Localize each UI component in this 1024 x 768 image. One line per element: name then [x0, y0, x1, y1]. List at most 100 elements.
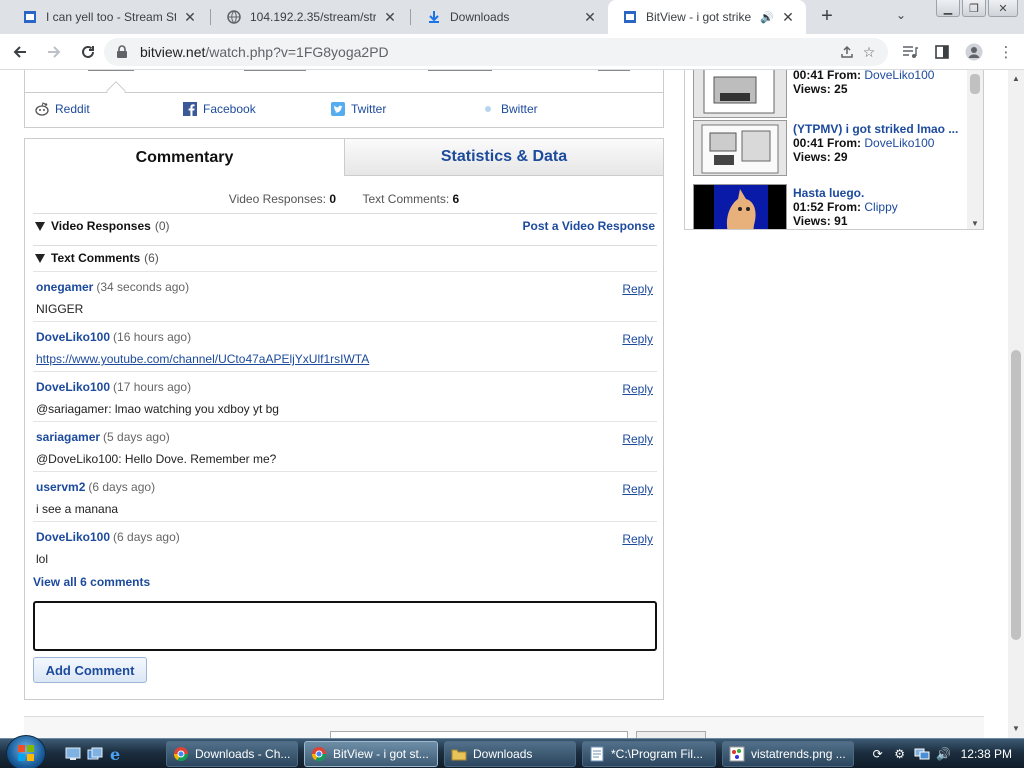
show-desktop-icon[interactable] — [64, 745, 82, 763]
view-all-comments-link[interactable]: View all 6 comments — [33, 575, 150, 589]
audio-playing-icon[interactable]: 🔊 — [760, 11, 774, 24]
video-responses-heading: Video Responses — [51, 219, 151, 233]
taskbar-notepad[interactable]: *C:\Program Fil... — [582, 741, 716, 767]
reply-button[interactable]: Reply — [622, 532, 653, 546]
start-button[interactable] — [6, 735, 46, 768]
comment-item: onegamer (34 seconds ago) Reply NIGGER — [33, 271, 657, 321]
minimize-icon[interactable]: ▁ — [936, 0, 960, 17]
internet-explorer-icon[interactable]: e — [108, 745, 126, 763]
comment-username[interactable]: onegamer — [36, 280, 93, 294]
network-icon[interactable] — [913, 745, 931, 763]
volume-icon[interactable]: 🔊 — [935, 745, 953, 763]
share-link-label: Facebook — [203, 102, 256, 116]
add-comment-button[interactable]: Add Comment — [33, 657, 147, 683]
tray-settings-icon[interactable]: ⚙ — [891, 745, 909, 763]
comment-item: DoveLiko100 (17 hours ago) Reply @sariaga… — [33, 371, 657, 421]
comment-text: @DoveLiko100: Hello Dove. Remember me? — [36, 452, 277, 466]
tab-bitview-active[interactable]: BitView - i got strike 🔊 ✕ — [608, 0, 806, 34]
video-thumbnail[interactable] — [693, 120, 787, 176]
tab-search-button[interactable]: ⌄ — [896, 8, 906, 22]
related-video-title[interactable]: (YTPMV) i got striked lmao ... — [793, 122, 958, 136]
related-video-item[interactable]: (YTPMV) i got striked lmao ... 00:41 Fro… — [693, 120, 963, 178]
forward-icon[interactable] — [40, 38, 68, 66]
video-responses-count-value: 0 — [329, 192, 336, 206]
reply-button[interactable]: Reply — [622, 432, 653, 446]
sync-icon[interactable]: ⟳ — [869, 745, 887, 763]
address-bar[interactable]: bitview.net/watch.php?v=1FG8yoga2PD ☆ — [104, 38, 888, 66]
reload-icon[interactable] — [74, 38, 102, 66]
post-video-response-link[interactable]: Post a Video Response — [523, 219, 656, 233]
related-video-item[interactable]: Hasta luego. 01:52 From: Clippy Views: 9… — [693, 184, 963, 229]
scroll-down-arrow-icon[interactable]: ▼ — [1008, 722, 1024, 736]
comment-item: DoveLiko100 (6 days ago) Reply lol — [33, 521, 657, 571]
comment-link[interactable]: https://www.youtube.com/channel/UCto47aA… — [36, 352, 369, 366]
tab-close-icon[interactable]: ✕ — [382, 9, 398, 26]
video-responses-heading-count: (0) — [154, 219, 170, 233]
footer-search-input[interactable] — [330, 731, 628, 738]
tab-close-icon[interactable]: ✕ — [182, 9, 198, 26]
switch-windows-icon[interactable] — [86, 745, 104, 763]
video-thumbnail[interactable] — [693, 184, 787, 229]
tab-downloads[interactable]: Downloads ✕ — [412, 0, 608, 34]
reply-button[interactable]: Reply — [622, 332, 653, 346]
text-comments-heading: Text Comments — [51, 251, 141, 265]
tab-commentary[interactable]: Commentary — [25, 139, 345, 176]
new-tab-button[interactable]: + — [816, 6, 838, 28]
video-thumbnail[interactable] — [693, 70, 787, 118]
share-page-icon[interactable] — [836, 43, 858, 61]
profile-avatar-icon[interactable] — [958, 38, 990, 66]
text-comments-count-value: 6 — [452, 192, 460, 206]
share-bwitter-link[interactable]: Bwitter — [481, 102, 538, 116]
taskbar-paint[interactable]: vistatrends.png ... — [722, 741, 854, 767]
reply-button[interactable]: Reply — [622, 282, 653, 296]
taskbar-bitview-chrome[interactable]: BitView - i got st... — [304, 741, 438, 767]
lock-icon[interactable] — [116, 45, 130, 59]
reply-button[interactable]: Reply — [622, 382, 653, 396]
video-responses-toggle[interactable]: Video Responses (0) — [35, 219, 170, 233]
scroll-up-arrow-icon[interactable]: ▲ — [1008, 72, 1024, 86]
uploader-link[interactable]: Clippy — [864, 200, 897, 214]
browser-menu-icon[interactable]: ⋮ — [990, 38, 1022, 66]
comment-input[interactable] — [33, 601, 657, 651]
scrollbar-thumb[interactable] — [1011, 350, 1021, 640]
comment-username[interactable]: DoveLiko100 — [36, 380, 110, 394]
window-close-icon[interactable]: ✕ — [988, 0, 1018, 17]
tab-statistics-data[interactable]: Statistics & Data — [345, 139, 663, 176]
text-comments-toggle[interactable]: Text Comments (6) — [35, 251, 159, 265]
uploader-link[interactable]: DoveLiko100 — [864, 136, 934, 150]
text-comments-count-label: Text Comments: — [362, 192, 450, 206]
tab-stream-ip[interactable]: 104.192.2.35/stream/strea ✕ — [212, 0, 408, 34]
share-twitter-link[interactable]: Twitter — [331, 102, 386, 116]
chrome-icon — [311, 746, 327, 762]
media-controls-icon[interactable] — [894, 38, 926, 66]
tab-separator — [210, 9, 211, 25]
comment-timestamp: (34 seconds ago) — [96, 280, 190, 294]
taskbar-downloads-folder[interactable]: Downloads — [444, 741, 576, 767]
comment-username[interactable]: DoveLiko100 — [36, 530, 110, 544]
comment-username[interactable]: sariagamer — [36, 430, 100, 444]
tab-stream-station[interactable]: I can yell too - Stream Sta ✕ — [8, 0, 208, 34]
share-reddit-link[interactable]: Reddit — [35, 102, 90, 116]
scrollbar-thumb[interactable] — [970, 74, 980, 94]
scroll-down-arrow-icon[interactable]: ▼ — [967, 219, 983, 228]
tab-close-icon[interactable]: ✕ — [780, 9, 796, 26]
back-icon[interactable] — [6, 38, 34, 66]
share-facebook-link[interactable]: Facebook — [183, 102, 256, 116]
clock[interactable]: 12:38 PM — [961, 747, 1012, 761]
uploader-link[interactable]: DoveLiko100 — [864, 70, 934, 82]
related-video-item[interactable]: 00:41 From: DoveLiko100 Views: 25 — [693, 70, 963, 120]
bookmark-star-icon[interactable]: ☆ — [858, 43, 880, 61]
comment-username[interactable]: DoveLiko100 — [36, 330, 110, 344]
side-panel-icon[interactable] — [926, 38, 958, 66]
taskbar-downloads-chrome[interactable]: Downloads - Ch... — [166, 741, 298, 767]
comment-username[interactable]: uservm2 — [36, 480, 85, 494]
related-video-title[interactable]: Hasta luego. — [793, 186, 864, 200]
restore-icon[interactable]: ❐ — [962, 0, 986, 17]
reply-button[interactable]: Reply — [622, 482, 653, 496]
comment-text: @sariagamer: lmao watching you xdboy yt … — [36, 402, 279, 416]
related-scrollbar[interactable]: ▼ — [967, 70, 983, 229]
tab-close-icon[interactable]: ✕ — [582, 9, 598, 26]
footer-search-button[interactable] — [636, 731, 706, 738]
page-scrollbar[interactable]: ▲ ▼ — [1008, 70, 1024, 738]
video-duration: 00:41 — [793, 70, 824, 82]
